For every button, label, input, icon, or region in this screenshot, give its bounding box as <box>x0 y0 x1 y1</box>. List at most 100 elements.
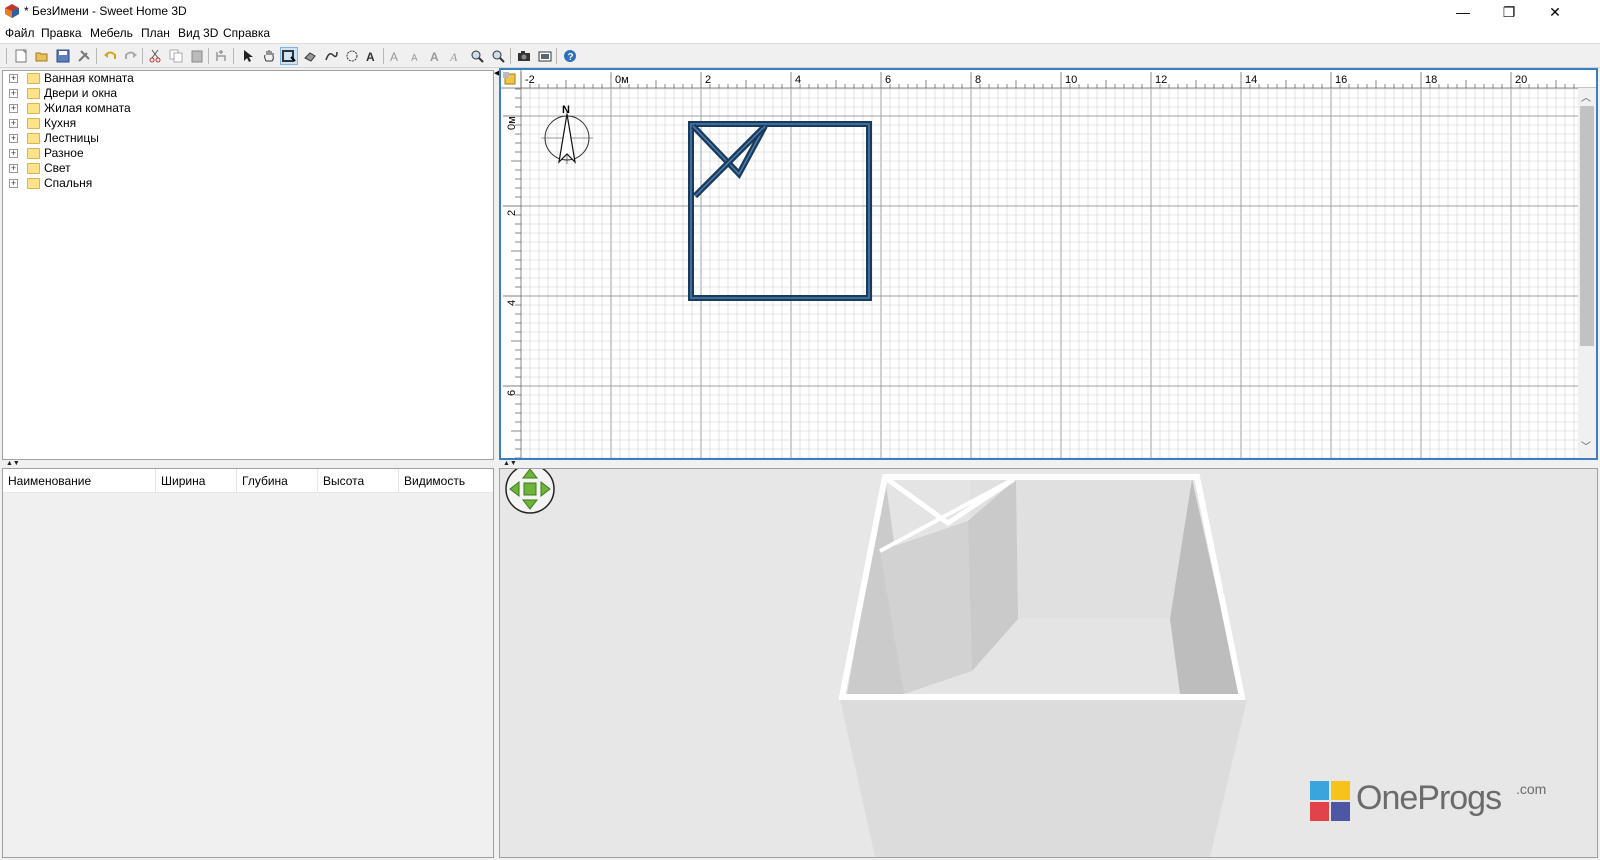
undo-icon[interactable] <box>101 47 119 65</box>
paste-icon[interactable] <box>188 47 206 65</box>
ruler-y-label: 2 <box>506 210 518 216</box>
category-label: Разное <box>44 146 84 160</box>
folder-icon <box>27 103 40 114</box>
folder-icon <box>27 178 40 189</box>
increase-text-size-icon[interactable]: A <box>387 47 405 65</box>
expand-toggle[interactable]: + <box>9 149 18 158</box>
select-mode-icon[interactable] <box>239 47 257 65</box>
maximize-button[interactable]: ❐ <box>1486 0 1532 24</box>
column-width[interactable]: Ширина <box>156 469 237 493</box>
toolbar-grip <box>6 48 7 64</box>
column-depth[interactable]: Глубина <box>237 469 318 493</box>
open-icon[interactable] <box>33 47 51 65</box>
menu-furniture[interactable]: Мебель <box>90 26 133 40</box>
plan-view[interactable]: -2 0м 2 4 6 8 10 12 14 16 18 20 0м 2 4 6… <box>499 68 1598 460</box>
create-polylines-icon[interactable] <box>322 47 340 65</box>
create-photo-icon[interactable] <box>515 47 533 65</box>
save-icon[interactable] <box>54 47 72 65</box>
catalog-category-doors-windows[interactable]: + Двери и окна <box>7 86 307 101</box>
splitter-arrows-icon[interactable]: ▲▼ <box>6 460 20 468</box>
redo-icon[interactable] <box>122 47 140 65</box>
category-label: Спальня <box>44 176 93 190</box>
ruler-x-label: 8 <box>975 74 981 86</box>
catalog-category-bedroom[interactable]: + Спальня <box>7 176 307 191</box>
toolbar-separator <box>510 48 511 64</box>
ruler-x-label: 2 <box>705 74 711 86</box>
menu-bar: Файл Правка Мебель План Вид 3D Справка <box>0 24 1600 44</box>
category-label: Свет <box>44 161 71 175</box>
create-dimensions-icon[interactable] <box>343 47 361 65</box>
pan-mode-icon[interactable] <box>260 47 278 65</box>
ruler-y-label: 6 <box>506 390 518 396</box>
menu-edit[interactable]: Правка <box>41 26 82 40</box>
watermark-suffix: .com <box>1516 781 1547 797</box>
folder-icon <box>27 133 40 144</box>
expand-toggle[interactable]: + <box>9 104 18 113</box>
ruler-x-label: 6 <box>885 74 891 86</box>
plan-lock-icon[interactable] <box>503 72 516 85</box>
copy-icon[interactable] <box>167 47 185 65</box>
svg-text:A: A <box>430 50 439 63</box>
oneprogs-watermark: OneProgs .com <box>1310 777 1570 827</box>
catalog-category-lights[interactable]: + Свет <box>7 161 307 176</box>
minimize-button[interactable]: — <box>1440 0 1486 24</box>
column-visibility[interactable]: Видимость <box>399 469 493 493</box>
ruler-x-label: 20 <box>1515 74 1527 86</box>
toolbar-separator <box>233 48 234 64</box>
expand-toggle[interactable]: + <box>9 164 18 173</box>
catalog-category-stairs[interactable]: + Лестницы <box>7 131 307 146</box>
right-splitter[interactable]: ▲▼ <box>499 460 1598 468</box>
menu-plan[interactable]: План <box>141 26 170 40</box>
splitter-arrows-icon[interactable]: ▲▼ <box>503 460 517 468</box>
expand-toggle[interactable]: + <box>9 134 18 143</box>
help-icon[interactable]: ? <box>561 47 579 65</box>
create-labels-icon[interactable]: A <box>363 47 381 65</box>
menu-help[interactable]: Справка <box>223 26 270 40</box>
catalog-category-bathroom[interactable]: + Ванная комната <box>7 71 307 86</box>
italic-text-icon[interactable]: A <box>447 47 465 65</box>
furniture-list: Наименование Ширина Глубина Высота Видим… <box>2 468 494 858</box>
column-height[interactable]: Высота <box>318 469 399 493</box>
svg-text:?: ? <box>568 52 574 63</box>
zoom-out-icon[interactable] <box>489 47 507 65</box>
navigation-arrows-icon[interactable] <box>504 468 556 515</box>
ruler-y-label: 0м <box>506 116 518 130</box>
toolbar-separator <box>142 48 143 64</box>
create-rooms-icon[interactable] <box>301 47 319 65</box>
left-splitter[interactable]: ▲▼ <box>2 460 494 468</box>
column-name[interactable]: Наименование <box>3 469 156 493</box>
catalog-category-kitchen[interactable]: + Кухня <box>7 116 307 131</box>
add-furniture-icon[interactable] <box>212 47 230 65</box>
expand-toggle[interactable]: + <box>9 119 18 128</box>
plan-canvas[interactable]: -2 0м 2 4 6 8 10 12 14 16 18 20 0м 2 4 6… <box>501 70 1596 458</box>
zoom-in-icon[interactable] <box>468 47 486 65</box>
expand-toggle[interactable]: + <box>9 89 18 98</box>
walls[interactable] <box>688 121 872 301</box>
expand-toggle[interactable]: + <box>9 179 18 188</box>
menu-view3d[interactable]: Вид 3D <box>178 26 218 40</box>
expand-toggle[interactable]: + <box>9 74 18 83</box>
category-label: Кухня <box>44 116 77 130</box>
category-label: Ванная комната <box>44 71 134 85</box>
create-walls-icon[interactable] <box>280 47 298 65</box>
watermark-text: OneProgs <box>1356 779 1502 817</box>
svg-text:︿: ︿ <box>1581 93 1591 104</box>
new-home-icon[interactable] <box>12 47 30 65</box>
category-label: Двери и окна <box>44 86 118 100</box>
menu-file[interactable]: Файл <box>5 26 35 40</box>
catalog-category-misc[interactable]: + Разное <box>7 146 307 161</box>
house-outer-wall <box>840 699 1247 857</box>
decrease-text-size-icon[interactable]: A <box>407 47 425 65</box>
furniture-catalog-tree: + Ванная комната + Двери и окна + Жилая … <box>2 70 494 460</box>
plan-vertical-scrollbar[interactable]: ︿ ﹀ <box>1578 88 1596 458</box>
bold-text-icon[interactable]: A <box>427 47 445 65</box>
catalog-category-living-room[interactable]: + Жилая комната <box>7 101 307 116</box>
preferences-icon[interactable] <box>75 47 93 65</box>
close-button[interactable]: ✕ <box>1532 0 1578 24</box>
ruler-x-label: 4 <box>795 74 801 86</box>
create-video-icon[interactable] <box>536 47 554 65</box>
cut-icon[interactable] <box>146 47 164 65</box>
svg-text:A: A <box>411 53 418 63</box>
folder-icon <box>27 148 40 159</box>
view-3d[interactable]: OneProgs .com <box>499 468 1598 858</box>
